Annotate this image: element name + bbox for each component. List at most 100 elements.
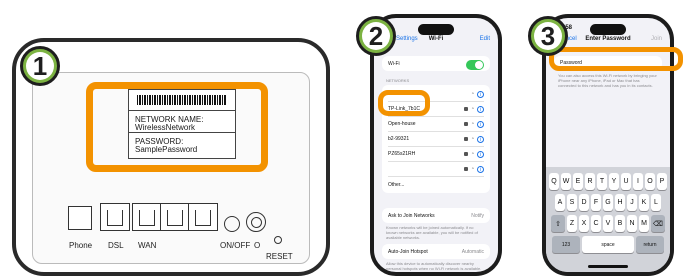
phone-wifi-settings: Settings Wi-Fi Edit Wi-Fi NETWORKS U2-93…: [370, 14, 502, 276]
key-l[interactable]: L: [651, 194, 661, 211]
wifi-signal-icon: ◔: [470, 121, 474, 127]
network-row[interactable]: b2-99321 ◔ i: [388, 132, 484, 147]
network-highlight: [378, 90, 430, 116]
info-icon[interactable]: i: [477, 105, 484, 113]
onoff-label: ON/OFF: [220, 241, 251, 250]
info-icon[interactable]: i: [477, 135, 484, 143]
network-row[interactable]: Open-house ◔ i: [388, 117, 484, 132]
wifi-toggle[interactable]: [466, 60, 484, 70]
edit-link[interactable]: Edit: [480, 36, 490, 42]
key-t[interactable]: T: [597, 173, 607, 190]
dynamic-island: [590, 24, 626, 35]
keyboard: QWERTYUIOP ASDFGHJKL ⇧ Z X C V B N M ⌫ 123 spac…: [546, 167, 670, 272]
onoff-button: [224, 216, 240, 232]
info-icon[interactable]: i: [477, 150, 484, 158]
wan-port-label: WAN: [138, 241, 157, 250]
backspace-key[interactable]: ⌫: [651, 215, 665, 232]
key-c[interactable]: C: [591, 215, 601, 232]
return-key[interactable]: return: [636, 236, 664, 253]
wifi-signal-icon: ◔: [470, 136, 474, 142]
wan-port: [132, 203, 162, 231]
join-link[interactable]: Join: [651, 36, 662, 42]
wifi-signal-icon: ◔: [470, 91, 474, 97]
other-network-row[interactable]: Other...: [388, 177, 484, 192]
lan-port-1: [160, 203, 190, 231]
network-name: Open-house: [388, 121, 416, 127]
key-m[interactable]: M: [639, 215, 649, 232]
key-y[interactable]: Y: [609, 173, 619, 190]
wifi-toggle-group: Wi-Fi: [382, 56, 490, 71]
dsl-port-label: DSL: [108, 241, 124, 250]
password-highlight: [549, 47, 683, 71]
lock-icon: [463, 152, 468, 156]
key-o[interactable]: O: [645, 173, 655, 190]
wifi-signal-icon: ◔: [470, 166, 474, 172]
network-row[interactable]: PZ65s21RH ◔ i: [388, 147, 484, 162]
phone-port-label: Phone: [69, 241, 93, 250]
key-n[interactable]: N: [627, 215, 637, 232]
wifi-toggle-label: Wi-Fi: [388, 60, 400, 67]
step-3-badge: 3: [528, 16, 568, 56]
keyboard-row-2: ASDFGHJKL: [549, 194, 667, 211]
key-b[interactable]: B: [615, 215, 625, 232]
keyboard-row-4: 123 space return: [549, 236, 667, 253]
networks-header: NETWORKS: [386, 78, 410, 83]
ask-join-label: Ask to Join Networks: [388, 212, 435, 219]
step-2-badge: 2: [356, 16, 396, 56]
numbers-key[interactable]: 123: [552, 236, 580, 253]
network-row[interactable]: ◔ i: [388, 162, 484, 177]
info-icon[interactable]: i: [477, 120, 484, 128]
wifi-signal-icon: ◔: [470, 151, 474, 157]
lock-icon: [463, 122, 468, 126]
keyboard-row-3: ⇧ Z X C V B N M ⌫: [549, 215, 667, 232]
key-z[interactable]: Z: [567, 215, 577, 232]
auto-join-label: Auto-Join Hotspot: [388, 248, 428, 255]
key-p[interactable]: P: [657, 173, 667, 190]
info-icon[interactable]: i: [477, 90, 484, 98]
info-icon[interactable]: i: [477, 165, 484, 173]
key-x[interactable]: X: [579, 215, 589, 232]
reset-button: [274, 236, 282, 244]
key-a[interactable]: A: [555, 194, 565, 211]
keyboard-row-1: QWERTYUIOP: [549, 173, 667, 190]
o-label: O: [254, 241, 261, 250]
key-h[interactable]: H: [615, 194, 625, 211]
key-e[interactable]: E: [573, 173, 583, 190]
space-key[interactable]: space: [582, 236, 634, 253]
ask-join-note: Known networks will be joined automatica…: [386, 225, 478, 240]
auto-join-note: Allow this device to automatically disco…: [386, 261, 482, 271]
key-j[interactable]: J: [627, 194, 637, 211]
network-name: b2-99321: [388, 136, 410, 142]
step-1-badge: 1: [20, 46, 60, 86]
reset-label: RESET: [266, 252, 293, 261]
dynamic-island: [418, 24, 454, 35]
key-u[interactable]: U: [621, 173, 631, 190]
key-s[interactable]: S: [567, 194, 577, 211]
network-name: PZ65s21RH: [388, 151, 416, 157]
key-f[interactable]: F: [591, 194, 601, 211]
key-q[interactable]: Q: [549, 173, 559, 190]
ask-join-value: Notify: [471, 213, 484, 219]
lock-icon: [463, 167, 468, 171]
key-r[interactable]: R: [585, 173, 595, 190]
shift-key[interactable]: ⇧: [551, 215, 565, 232]
wifi-signal-icon: ◔: [470, 106, 474, 112]
label-highlight: [86, 82, 268, 172]
key-i[interactable]: I: [633, 173, 643, 190]
ask-join-group: Ask to Join Networks Notify: [382, 208, 490, 223]
other-network-label: Other...: [388, 181, 405, 188]
home-indicator: [588, 265, 628, 268]
password-hint: You can also access this Wi-Fi network b…: [558, 73, 657, 88]
ask-join-row[interactable]: Ask to Join Networks: [388, 208, 484, 223]
auto-join-group: Auto-Join Hotspot Automatic: [382, 244, 490, 259]
dsl-port: [100, 203, 130, 231]
phone-port: [68, 206, 92, 230]
key-d[interactable]: D: [579, 194, 589, 211]
key-v[interactable]: V: [603, 215, 613, 232]
key-w[interactable]: W: [561, 173, 571, 190]
auto-join-value: Automatic: [461, 249, 484, 255]
key-g[interactable]: G: [603, 194, 613, 211]
lock-icon: [463, 107, 468, 111]
lock-icon: [463, 137, 468, 141]
key-k[interactable]: K: [639, 194, 649, 211]
